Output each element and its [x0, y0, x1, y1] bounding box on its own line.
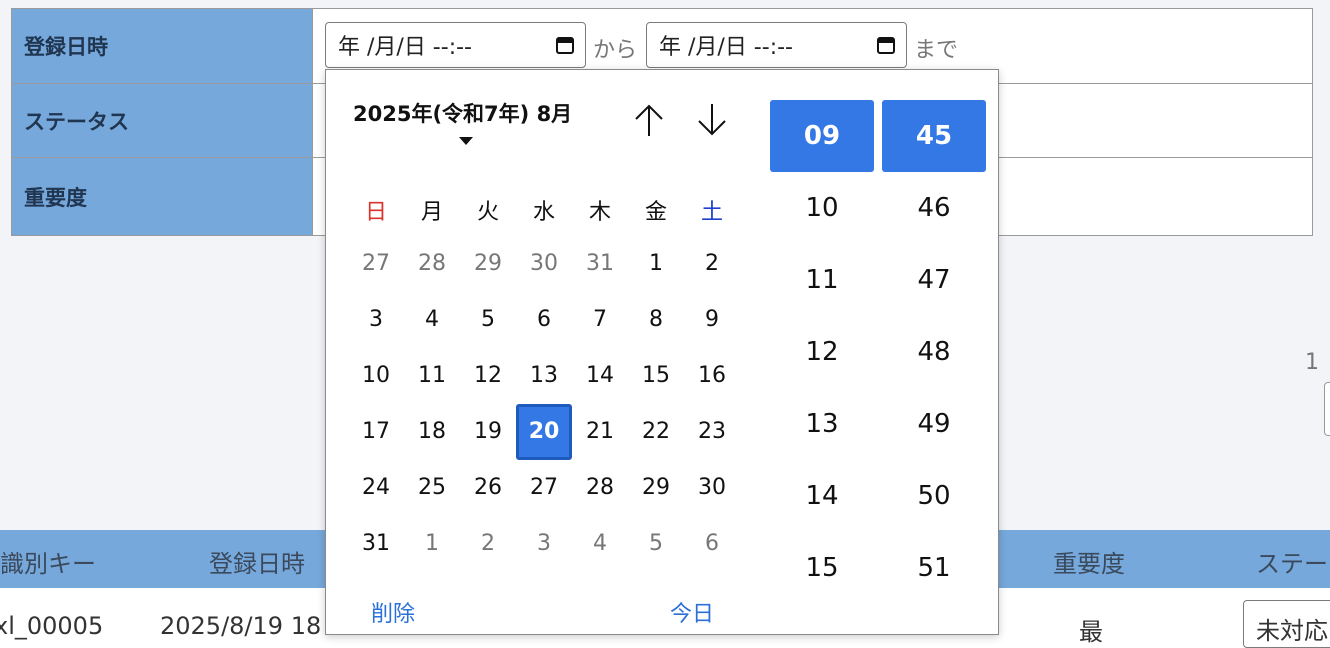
day-cell-selected[interactable]: 20 [516, 404, 572, 460]
weekday-label: 土 [700, 200, 723, 225]
minute-option[interactable]: 51 [882, 532, 986, 604]
hour-option[interactable]: 11 [770, 244, 874, 316]
pager-select[interactable] [1324, 382, 1330, 436]
day-cell[interactable]: 18 [404, 404, 460, 460]
hour-option[interactable]: 12 [770, 316, 874, 388]
day-cell[interactable]: 2 [684, 236, 740, 292]
day-cell[interactable]: 1 [628, 236, 684, 292]
filter-label-date: 登録日時 [12, 9, 313, 83]
day-cell[interactable]: 10 [348, 348, 404, 404]
header-status: ステー [1256, 550, 1328, 578]
day-cell[interactable]: 11 [404, 348, 460, 404]
day-cell[interactable]: 26 [460, 460, 516, 516]
day-cell[interactable]: 28 [404, 236, 460, 292]
filter-label-status: ステータス [12, 84, 313, 157]
day-cell[interactable]: 8 [628, 292, 684, 348]
day-cell[interactable]: 29 [628, 460, 684, 516]
day-cell[interactable]: 27 [516, 460, 572, 516]
filter-label-importance: 重要度 [12, 158, 313, 235]
date-from-input[interactable]: 年 /月/日 --:-- [325, 22, 586, 68]
day-cell[interactable]: 27 [348, 236, 404, 292]
day-cell[interactable]: 31 [572, 236, 628, 292]
cell-importance: 最 [1079, 618, 1103, 646]
hour-option[interactable]: 15 [770, 532, 874, 604]
weekday-label: 火 [476, 200, 499, 225]
header-key: 識別キー [0, 550, 96, 578]
datetime-picker-popup: 2025年(令和7年) 8月 削除 今日 日月火水木金土 27 28 29 30 31 1 2… [325, 69, 999, 635]
day-cell[interactable]: 31 [348, 516, 404, 572]
day-cell[interactable]: 23 [684, 404, 740, 460]
day-cell[interactable]: 15 [628, 348, 684, 404]
weekday-label: 水 [532, 200, 555, 225]
day-cell[interactable]: 19 [460, 404, 516, 460]
day-cell[interactable]: 17 [348, 404, 404, 460]
pager-text: 1 [1305, 350, 1319, 375]
caret-down-icon[interactable] [459, 137, 473, 145]
day-cell[interactable]: 25 [404, 460, 460, 516]
day-cell[interactable]: 6 [516, 292, 572, 348]
calendar-icon[interactable] [876, 35, 896, 55]
minute-option[interactable]: 46 [882, 172, 986, 244]
day-cell[interactable]: 22 [628, 404, 684, 460]
day-cell[interactable]: 14 [572, 348, 628, 404]
minute-option[interactable]: 47 [882, 244, 986, 316]
day-cell[interactable]: 30 [516, 236, 572, 292]
day-cell[interactable]: 3 [348, 292, 404, 348]
day-cell[interactable]: 5 [628, 516, 684, 572]
day-cell[interactable]: 1 [404, 516, 460, 572]
clear-button[interactable]: 削除 [371, 596, 415, 628]
weekday-label: 木 [588, 200, 611, 225]
day-cell[interactable]: 21 [572, 404, 628, 460]
day-cell[interactable]: 6 [684, 516, 740, 572]
minute-option[interactable]: 45 [882, 100, 986, 172]
weekday-label: 金 [644, 200, 667, 225]
header-importance: 重要度 [1053, 550, 1125, 578]
day-cell[interactable]: 24 [348, 460, 404, 516]
day-cell[interactable]: 30 [684, 460, 740, 516]
status-select[interactable]: 未対応 [1243, 600, 1330, 648]
date-to-input[interactable]: 年 /月/日 --:-- [646, 22, 907, 68]
day-cell[interactable]: 7 [572, 292, 628, 348]
day-cell[interactable]: 4 [572, 516, 628, 572]
arrow-down-icon[interactable] [694, 100, 730, 140]
minute-option[interactable]: 48 [882, 316, 986, 388]
arrow-up-icon[interactable] [631, 100, 667, 140]
date-to-value: 年 /月/日 --:-- [659, 35, 793, 60]
hour-option[interactable]: 14 [770, 460, 874, 532]
today-button[interactable]: 今日 [670, 596, 714, 628]
cell-date: 2025/8/19 18 [160, 612, 322, 640]
day-cell[interactable]: 28 [572, 460, 628, 516]
day-cell[interactable]: 2 [460, 516, 516, 572]
calendar-icon[interactable] [555, 35, 575, 55]
weekday-label: 月 [420, 200, 443, 225]
day-cell[interactable]: 12 [460, 348, 516, 404]
day-cell[interactable]: 16 [684, 348, 740, 404]
day-cell[interactable]: 29 [460, 236, 516, 292]
cell-key: xl_00005 [0, 612, 104, 640]
to-text: まで [914, 38, 959, 63]
from-text: から [593, 38, 638, 63]
weekday-label: 日 [364, 200, 387, 225]
minute-option[interactable]: 50 [882, 460, 986, 532]
day-cell[interactable]: 5 [460, 292, 516, 348]
day-cell[interactable]: 4 [404, 292, 460, 348]
hour-option[interactable]: 13 [770, 388, 874, 460]
day-cell[interactable]: 9 [684, 292, 740, 348]
month-year-label[interactable]: 2025年(令和7年) 8月 [353, 98, 572, 128]
hour-option[interactable]: 09 [770, 100, 874, 172]
minute-option[interactable]: 49 [882, 388, 986, 460]
header-date: 登録日時 [209, 550, 305, 578]
hour-option[interactable]: 10 [770, 172, 874, 244]
day-cell[interactable]: 3 [516, 516, 572, 572]
day-cell[interactable]: 13 [516, 348, 572, 404]
date-from-value: 年 /月/日 --:-- [338, 35, 472, 60]
